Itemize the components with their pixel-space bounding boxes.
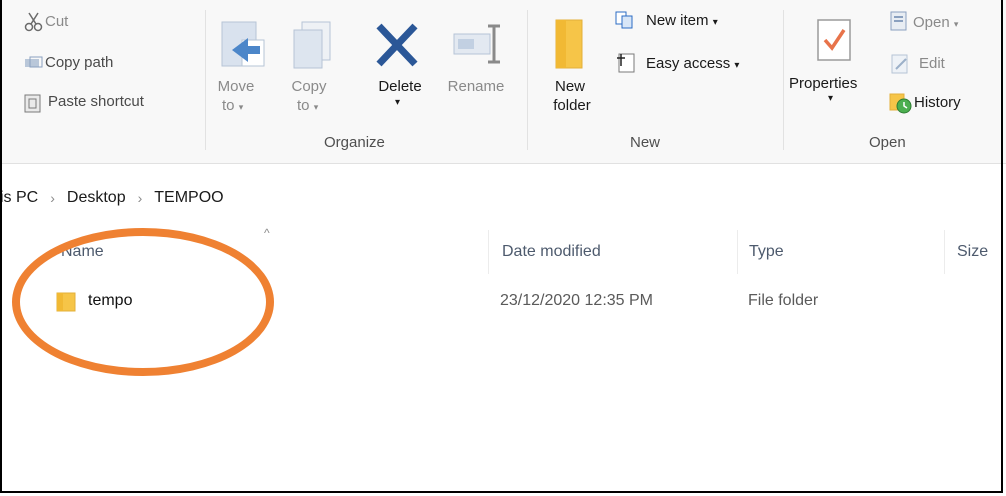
window-frame	[0, 0, 1003, 493]
